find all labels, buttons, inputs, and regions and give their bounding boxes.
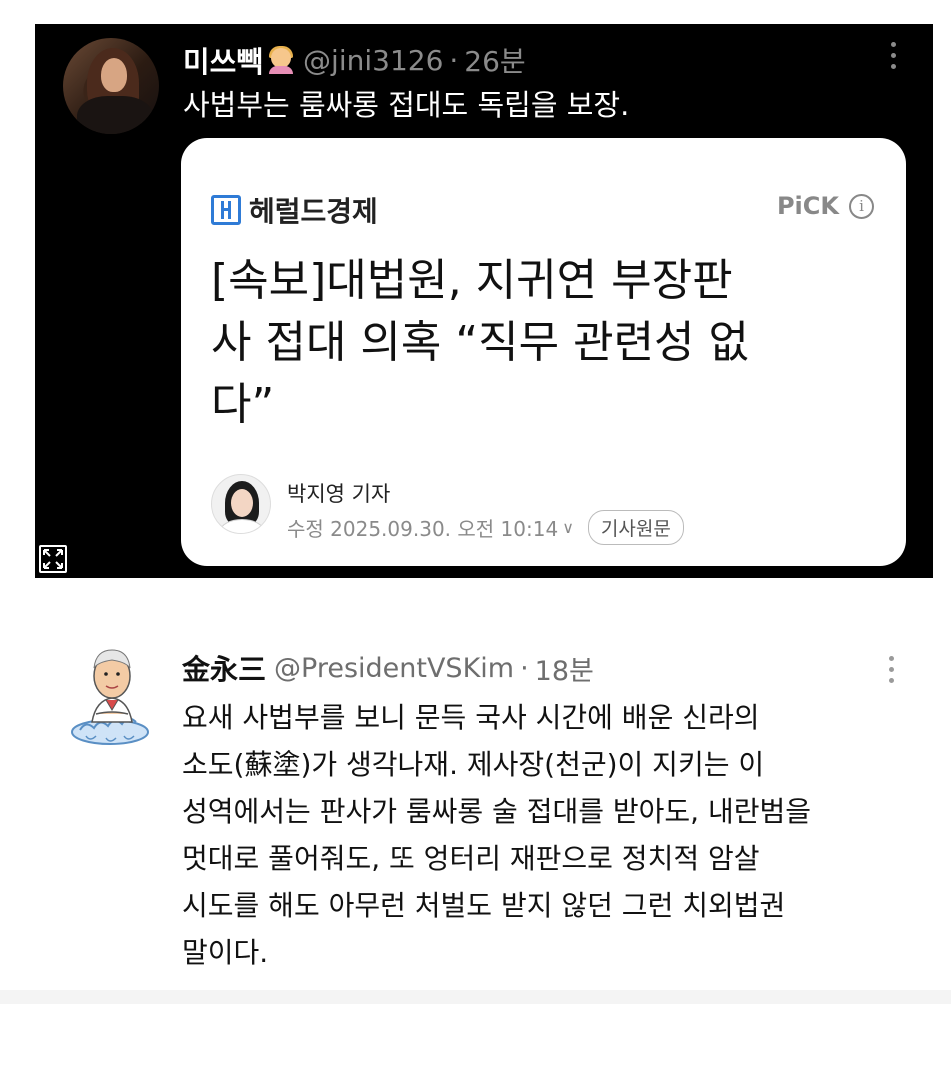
avatar[interactable] <box>63 38 159 134</box>
headline-line: 사 접대 의혹 “직무 관련성 없 <box>211 317 750 368</box>
tweet-time[interactable]: 26분 <box>464 40 525 80</box>
tweet-text-line: 소도(蘇塗)가 생각나재. 제사장(천군)이 지키는 이 <box>182 748 765 781</box>
article-card[interactable]: 헤럴드경제 PiCK i [속보]대법원, 지귀연 부장판 사 접대 의혹 “직… <box>181 138 906 566</box>
chevron-down-icon[interactable]: ∨ <box>562 518 574 537</box>
tweet-text: 사법부는 룸싸롱 접대도 독립을 보장. <box>183 88 630 122</box>
headline-line: [속보]대법원, 지귀연 부장판 <box>211 255 733 306</box>
tweet-text-line: 요새 사법부를 보니 문득 국사 시간에 배운 신라의 <box>182 701 760 734</box>
divider <box>0 990 951 1004</box>
display-name[interactable]: 金永三 <box>182 648 266 688</box>
expand-icon[interactable] <box>39 545 67 573</box>
avatar-coat <box>77 96 153 134</box>
publisher-name: 헤럴드경제 <box>249 195 378 228</box>
separator-dot: · <box>449 43 459 77</box>
pick-label: PiCK <box>776 192 839 220</box>
more-vertical-icon[interactable] <box>889 42 897 72</box>
reporter-avatar <box>211 474 271 534</box>
more-vertical-icon[interactable] <box>887 656 895 689</box>
person-facepalming-emoji-icon <box>267 46 295 74</box>
display-name[interactable]: 미쓰빽 <box>183 39 263 81</box>
tweet-text: 요새 사법부를 보니 문득 국사 시간에 배운 신라의 소도(蘇塗)가 생각나재… <box>182 694 922 976</box>
article-meta: 수정 2025.09.30. 오전 10:14 ∨ 기사원문 <box>287 510 684 545</box>
pick-badge: PiCK i <box>777 192 874 220</box>
tweet: 金永三 @PresidentVSKim · 18분 요새 사법부를 보니 문득 … <box>0 578 951 990</box>
publisher-logo: 헤럴드경제 <box>211 190 378 230</box>
original-article-button[interactable]: 기사원문 <box>587 510 684 545</box>
info-icon[interactable]: i <box>849 193 874 219</box>
tweet-time[interactable]: 18분 <box>535 649 594 688</box>
avatar-face <box>101 58 127 92</box>
tweet-header: 미쓰빽 @jini3126 · 26분 <box>183 38 526 82</box>
edited-date: 수정 2025.09.30. 오전 10:14 <box>287 517 559 541</box>
quoted-tweet-screenshot: 미쓰빽 @jini3126 · 26분 사법부는 룸싸롱 접대도 독립을 보장.… <box>35 24 933 578</box>
tweet-text-line: 성역에서는 판사가 룸싸롱 술 접대를 받아도, 내란범을 <box>182 795 812 828</box>
user-handle[interactable]: @PresidentVSKim <box>274 653 514 684</box>
headline-line: 다” <box>211 379 275 430</box>
separator-dot: · <box>520 652 529 684</box>
cartoon-avatar-icon[interactable] <box>66 644 156 754</box>
tweet-text-line: 시도를 해도 아무런 처벌도 받지 않던 그런 치외법권 <box>182 889 786 922</box>
tweet-header: 金永三 @PresidentVSKim · 18분 <box>182 648 594 688</box>
article-headline: [속보]대법원, 지귀연 부장판 사 접대 의혹 “직무 관련성 없 다” <box>211 250 871 436</box>
tweet-text-line: 말이다. <box>182 936 269 969</box>
tweet-text-line: 멋대로 풀어줘도, 또 엉터리 재판으로 정치적 암살 <box>182 842 760 875</box>
herald-logo-icon <box>211 195 241 225</box>
reporter-name: 박지영 기자 <box>287 482 391 506</box>
user-handle[interactable]: @jini3126 <box>303 44 443 77</box>
